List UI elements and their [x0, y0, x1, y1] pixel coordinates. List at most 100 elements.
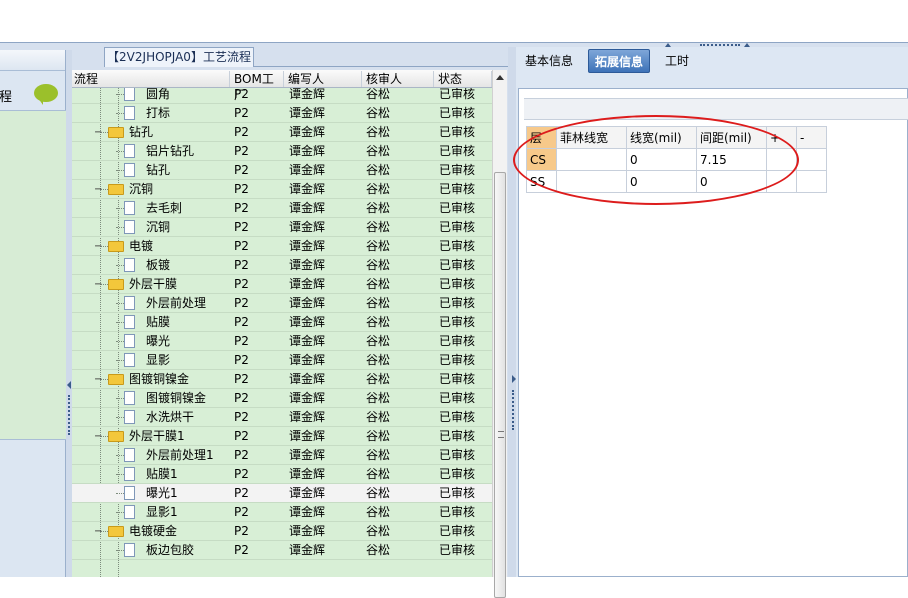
scrollbar-thumb[interactable] [494, 172, 506, 598]
table-row[interactable]: − 外层干膜 P2 谭金辉 谷松 已审核 [72, 275, 492, 294]
writer: 谭金辉 [289, 543, 326, 557]
step-name: 沉铜 [129, 182, 154, 196]
status: 已审核 [439, 258, 476, 272]
table-row[interactable]: − 沉铜 P2 谭金辉 谷松 已审核 [72, 180, 492, 199]
left-splitter-grip-icon[interactable] [68, 395, 70, 435]
step-name: 图镀铜镍金 [146, 391, 207, 405]
document-icon [124, 543, 135, 557]
folder-icon [108, 374, 124, 385]
step-name: 曝光1 [146, 486, 178, 500]
table-row[interactable]: 板镀 P2 谭金辉 谷松 已审核 [72, 256, 492, 275]
collapse-left-arrow-icon[interactable] [67, 381, 71, 389]
col-header-reviewer[interactable]: 核审人 [364, 71, 434, 87]
step-name: 外层前处理1 [146, 448, 214, 462]
table-row[interactable]: 图镀铜镍金 P2 谭金辉 谷松 已审核 [72, 389, 492, 408]
table-row[interactable]: 贴膜1 P2 谭金辉 谷松 已审核 [72, 465, 492, 484]
tree-connector [116, 341, 124, 342]
reviewer: 谷松 [366, 220, 391, 234]
writer: 谭金辉 [289, 505, 326, 519]
table-row[interactable]: − 电镀 P2 谭金辉 谷松 已审核 [72, 237, 492, 256]
step-name: 电镀硬金 [129, 524, 178, 538]
tree-connector [116, 512, 124, 513]
tree-connector [116, 417, 124, 418]
top-blank-area [0, 0, 908, 42]
expand-toggle-icon[interactable]: − [94, 237, 102, 256]
bom-factory: P2 [234, 258, 249, 272]
bom-factory: P2 [234, 372, 249, 386]
status: 已审核 [439, 391, 476, 405]
bom-factory: P2 [234, 277, 249, 291]
left-panel-header [0, 50, 65, 71]
step-name: 板镀 [146, 258, 171, 272]
tree-connector [116, 474, 124, 475]
tab-basic-info[interactable]: 基本信息 [519, 49, 579, 73]
tab-extended-info[interactable]: 拓展信息 [588, 49, 651, 73]
table-row[interactable]: 显影1 P2 谭金辉 谷松 已审核 [72, 503, 492, 522]
status: 已审核 [439, 467, 476, 481]
expand-toggle-icon[interactable]: − [94, 370, 102, 389]
table-row[interactable]: 水洗烘干 P2 谭金辉 谷松 已审核 [72, 408, 492, 427]
tree-connector [116, 455, 124, 456]
table-row[interactable]: 沉铜 P2 谭金辉 谷松 已审核 [72, 218, 492, 237]
tab-process-flow[interactable]: 【2V2JHOPJA0】工艺流程 [104, 47, 254, 67]
reviewer: 谷松 [366, 182, 391, 196]
expand-toggle-icon[interactable]: − [94, 427, 102, 446]
step-name: 去毛刺 [146, 201, 183, 215]
writer: 谭金辉 [289, 315, 326, 329]
table-row[interactable]: − 钻孔 P2 谭金辉 谷松 已审核 [72, 123, 492, 142]
table-row[interactable]: 曝光 P2 谭金辉 谷松 已审核 [72, 332, 492, 351]
empty-cell [796, 170, 827, 193]
reviewer: 谷松 [366, 334, 391, 348]
table-row[interactable]: 贴膜 P2 谭金辉 谷松 已审核 [72, 313, 492, 332]
writer: 谭金辉 [289, 106, 326, 120]
scroll-up-arrow-icon[interactable] [496, 75, 504, 80]
expand-toggle-icon[interactable]: − [94, 522, 102, 541]
remove-row-button[interactable]: - [796, 126, 827, 149]
step-name: 外层干膜 [129, 277, 178, 291]
writer: 谭金辉 [289, 277, 326, 291]
tab-work-hours[interactable]: 工时 [659, 49, 695, 73]
reviewer: 谷松 [366, 353, 391, 367]
middle-splitter-grip-icon[interactable] [512, 390, 514, 430]
document-icon [124, 353, 135, 367]
writer: 谭金辉 [289, 334, 326, 348]
table-row[interactable]: 板边包胶 P2 谭金辉 谷松 已审核 [72, 541, 492, 560]
table-row[interactable]: − 电镀硬金 P2 谭金辉 谷松 已审核 [72, 522, 492, 541]
writer: 谭金辉 [289, 524, 326, 538]
col-header-bom[interactable]: BOM工厂 [232, 71, 284, 102]
table-row[interactable]: 去毛刺 P2 谭金辉 谷松 已审核 [72, 199, 492, 218]
middle-splitter[interactable] [508, 47, 516, 577]
reviewer: 谷松 [366, 524, 391, 538]
document-icon [124, 467, 135, 481]
col-header-writer[interactable]: 编写人 [286, 71, 362, 87]
grid-header: 流程 BOM工厂 编写人 核审人 状态 [72, 70, 492, 102]
table-row[interactable]: 钻孔 P2 谭金辉 谷松 已审核 [72, 161, 492, 180]
status: 已审核 [439, 524, 476, 538]
writer: 谭金辉 [289, 372, 326, 386]
table-row[interactable]: 打标 P2 谭金辉 谷松 已审核 [72, 104, 492, 123]
col-header-status[interactable]: 状态 [436, 71, 492, 87]
table-row[interactable]: 曝光1 P2 谭金辉 谷松 已审核 [72, 484, 492, 503]
bom-factory: P2 [234, 163, 249, 177]
bom-factory: P2 [234, 505, 249, 519]
step-name: 水洗烘干 [146, 410, 195, 424]
folder-icon [108, 184, 124, 195]
writer: 谭金辉 [289, 296, 326, 310]
table-row[interactable]: 显影 P2 谭金辉 谷松 已审核 [72, 351, 492, 370]
table-row[interactable]: − 外层干膜1 P2 谭金辉 谷松 已审核 [72, 427, 492, 446]
writer: 谭金辉 [289, 353, 326, 367]
table-row[interactable]: − 图镀铜镍金 P2 谭金辉 谷松 已审核 [72, 370, 492, 389]
expand-toggle-icon[interactable]: − [94, 123, 102, 142]
col-header-flow[interactable]: 流程 [72, 71, 230, 87]
table-row[interactable]: 铝片钻孔 P2 谭金辉 谷松 已审核 [72, 142, 492, 161]
grid-vertical-scrollbar[interactable] [492, 70, 507, 598]
tree-connector [116, 493, 124, 494]
document-icon [124, 410, 135, 424]
tree-connector [116, 227, 124, 228]
table-row[interactable]: 外层前处理 P2 谭金辉 谷松 已审核 [72, 294, 492, 313]
expand-toggle-icon[interactable]: − [94, 275, 102, 294]
chat-bubble-icon[interactable] [34, 84, 58, 105]
reviewer: 谷松 [366, 258, 391, 272]
expand-toggle-icon[interactable]: − [94, 180, 102, 199]
table-row[interactable]: 外层前处理1 P2 谭金辉 谷松 已审核 [72, 446, 492, 465]
